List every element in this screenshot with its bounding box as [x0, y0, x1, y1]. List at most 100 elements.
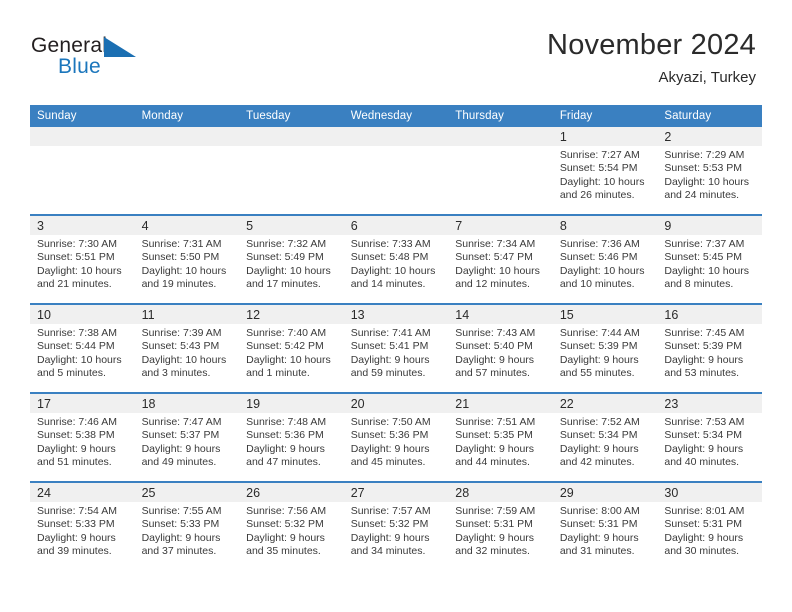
daylight-text: Daylight: 10 hours and 5 minutes. — [37, 353, 122, 379]
day-number-strip: 16 — [657, 305, 762, 324]
sunset-text: Sunset: 5:33 PM — [37, 518, 115, 531]
sunrise-text: Sunrise: 7:59 AM — [455, 505, 536, 517]
day-cell-empty — [30, 127, 135, 214]
sunrise-text: Sunrise: 7:31 AM — [141, 238, 222, 250]
sunset-text: Sunset: 5:54 PM — [559, 162, 638, 175]
sunrise-text: Sunrise: 7:50 AM — [350, 416, 431, 428]
daylight-text: Daylight: 9 hours and 44 minutes. — [455, 442, 535, 468]
sunrise-text: Sunrise: 7:54 AM — [37, 505, 117, 517]
day-number-strip: 6 — [343, 216, 449, 235]
day-details: Sunrise: 8:00 AM Sunset: 5:31 PM Daylight:… — [553, 502, 658, 558]
brand-name-blue: Blue — [58, 55, 101, 78]
sunset-text: Sunset: 5:39 PM — [559, 340, 638, 353]
calendar-cell[interactable] — [134, 127, 240, 215]
calendar-cell[interactable] — [30, 127, 135, 215]
calendar-cell[interactable]: 14 Sunrise: 7:43 AM Sunset: 5:40 PM Dayligh… — [448, 303, 553, 393]
sunset-text: Sunset: 5:49 PM — [246, 251, 324, 264]
sunset-text: Sunset: 5:32 PM — [350, 518, 429, 531]
day-cell: 23 Sunrise: 7:53 AM Sunset: 5:34 PM Dayligh… — [657, 394, 762, 481]
day-details: Sunrise: 7:32 AM Sunset: 5:49 PM Daylight:… — [239, 235, 344, 291]
day-number-strip: 11 — [134, 305, 240, 324]
weekday-header-saturday: Saturday — [657, 105, 762, 127]
day-number: 16 — [664, 308, 679, 322]
calendar-cell[interactable]: 5 Sunrise: 7:32 AM Sunset: 5:49 PM Daylight… — [239, 214, 344, 304]
daylight-text: Daylight: 9 hours and 45 minutes. — [350, 442, 430, 468]
day-number-strip: 22 — [552, 394, 658, 413]
calendar-cell[interactable]: 18 Sunrise: 7:47 AM Sunset: 5:37 PM Dayligh… — [134, 392, 240, 482]
calendar-cell[interactable]: 10 Sunrise: 7:38 AM Sunset: 5:44 PM Dayligh… — [30, 303, 135, 393]
calendar-cell[interactable] — [239, 127, 344, 215]
calendar-cell[interactable]: 11 Sunrise: 7:39 AM Sunset: 5:43 PM Dayligh… — [134, 303, 240, 393]
sunset-text: Sunset: 5:31 PM — [664, 518, 743, 531]
day-number-strip: 17 — [30, 394, 135, 413]
calendar-cell[interactable]: 26 Sunrise: 7:56 AM Sunset: 5:32 PM Dayligh… — [239, 481, 344, 570]
day-cell: 21 Sunrise: 7:51 AM Sunset: 5:35 PM Dayligh… — [448, 394, 553, 481]
calendar-cell[interactable]: 25 Sunrise: 7:55 AM Sunset: 5:33 PM Dayligh… — [134, 481, 240, 570]
calendar-cell[interactable]: 19 Sunrise: 7:48 AM Sunset: 5:36 PM Dayligh… — [239, 392, 344, 482]
day-number: 27 — [350, 486, 365, 500]
daylight-text: Daylight: 10 hours and 12 minutes. — [455, 264, 540, 290]
day-number: 13 — [350, 308, 365, 322]
day-details: Sunrise: 7:36 AM Sunset: 5:46 PM Daylight:… — [553, 235, 658, 291]
day-number: 24 — [37, 486, 51, 500]
calendar-cell[interactable]: 6 Sunrise: 7:33 AM Sunset: 5:48 PM Daylight… — [343, 214, 449, 304]
day-number-strip: 2 — [657, 127, 762, 146]
calendar-grid: Sunday Monday Tuesday Wednesday Thursday… — [30, 105, 762, 570]
calendar-cell[interactable]: 23 Sunrise: 7:53 AM Sunset: 5:34 PM Dayligh… — [657, 392, 762, 482]
sunrise-text: Sunrise: 7:33 AM — [350, 238, 431, 250]
calendar-cell[interactable]: 29 Sunrise: 8:00 AM Sunset: 5:31 PM Dayligh… — [552, 481, 658, 570]
day-number: 26 — [246, 486, 261, 500]
calendar-cell[interactable]: 12 Sunrise: 7:40 AM Sunset: 5:42 PM Dayligh… — [239, 303, 344, 393]
day-number: 5 — [246, 219, 254, 233]
day-number-strip: 10 — [30, 305, 135, 324]
calendar-body: 1 Sunrise: 7:27 AM Sunset: 5:54 PM Daylight… — [30, 127, 762, 570]
sunset-text: Sunset: 5:34 PM — [664, 429, 743, 442]
calendar-cell[interactable]: 20 Sunrise: 7:50 AM Sunset: 5:36 PM Dayligh… — [343, 392, 449, 482]
calendar-cell[interactable]: 21 Sunrise: 7:51 AM Sunset: 5:35 PM Dayligh… — [448, 392, 553, 482]
sunset-text: Sunset: 5:31 PM — [455, 518, 533, 531]
day-number: 10 — [37, 308, 51, 322]
calendar-cell[interactable]: 24 Sunrise: 7:54 AM Sunset: 5:33 PM Dayligh… — [30, 481, 135, 570]
day-details: Sunrise: 7:50 AM Sunset: 5:36 PM Daylight:… — [344, 413, 449, 469]
day-number-strip: 26 — [239, 483, 344, 502]
calendar-cell[interactable]: 9 Sunrise: 7:37 AM Sunset: 5:45 PM Daylight… — [657, 214, 762, 304]
daylight-text: Daylight: 10 hours and 21 minutes. — [37, 264, 122, 290]
calendar-cell[interactable]: 28 Sunrise: 7:59 AM Sunset: 5:31 PM Dayligh… — [448, 481, 553, 570]
calendar-cell[interactable]: 17 Sunrise: 7:46 AM Sunset: 5:38 PM Dayligh… — [30, 392, 135, 482]
day-number: 17 — [37, 397, 51, 411]
day-number: 29 — [559, 486, 574, 500]
calendar-cell[interactable] — [343, 127, 449, 215]
calendar-cell[interactable]: 3 Sunrise: 7:30 AM Sunset: 5:51 PM Daylight… — [30, 214, 135, 304]
day-details: Sunrise: 8:01 AM Sunset: 5:31 PM Daylight:… — [657, 502, 762, 558]
day-cell: 24 Sunrise: 7:54 AM Sunset: 5:33 PM Dayligh… — [30, 483, 135, 570]
calendar-cell[interactable]: 15 Sunrise: 7:44 AM Sunset: 5:39 PM Dayligh… — [552, 303, 658, 393]
day-details: Sunrise: 7:27 AM Sunset: 5:54 PM Daylight:… — [553, 146, 658, 202]
calendar-cell[interactable]: 8 Sunrise: 7:36 AM Sunset: 5:46 PM Daylight… — [552, 214, 658, 304]
brand-logo[interactable]: General Blue — [31, 34, 211, 86]
day-number-strip: 9 — [657, 216, 762, 235]
calendar-cell[interactable]: 30 Sunrise: 8:01 AM Sunset: 5:31 PM Dayligh… — [657, 481, 762, 570]
calendar-cell[interactable]: 22 Sunrise: 7:52 AM Sunset: 5:34 PM Dayligh… — [552, 392, 658, 482]
day-number-strip: 8 — [552, 216, 658, 235]
sunset-text: Sunset: 5:50 PM — [141, 251, 220, 264]
calendar-cell[interactable]: 13 Sunrise: 7:41 AM Sunset: 5:41 PM Dayligh… — [343, 303, 449, 393]
sunrise-text: Sunrise: 7:51 AM — [455, 416, 536, 428]
weekday-header-sunday: Sunday — [30, 105, 135, 127]
calendar-cell[interactable]: 16 Sunrise: 7:45 AM Sunset: 5:39 PM Dayligh… — [657, 303, 762, 393]
calendar-cell[interactable]: 27 Sunrise: 7:57 AM Sunset: 5:32 PM Dayligh… — [343, 481, 449, 570]
calendar-cell[interactable]: 4 Sunrise: 7:31 AM Sunset: 5:50 PM Daylight… — [134, 214, 240, 304]
calendar-cell[interactable]: 1 Sunrise: 7:27 AM Sunset: 5:54 PM Daylight… — [552, 127, 658, 215]
day-number: 8 — [559, 219, 567, 233]
day-cell: 30 Sunrise: 8:01 AM Sunset: 5:31 PM Dayligh… — [657, 483, 762, 570]
day-cell: 17 Sunrise: 7:46 AM Sunset: 5:38 PM Dayligh… — [30, 394, 135, 481]
sunrise-text: Sunrise: 7:36 AM — [559, 238, 640, 250]
day-cell: 4 Sunrise: 7:31 AM Sunset: 5:50 PM Daylight… — [134, 216, 240, 303]
calendar-cell[interactable]: 2 Sunrise: 7:29 AM Sunset: 5:53 PM Daylight… — [657, 127, 762, 215]
sunset-text: Sunset: 5:46 PM — [559, 251, 638, 264]
calendar-cell[interactable] — [448, 127, 553, 215]
calendar-cell[interactable]: 7 Sunrise: 7:34 AM Sunset: 5:47 PM Daylight… — [448, 214, 553, 304]
day-number-strip: 3 — [30, 216, 135, 235]
sunset-text: Sunset: 5:39 PM — [664, 340, 743, 353]
day-number-strip: 15 — [552, 305, 658, 324]
weekday-header-row: Sunday Monday Tuesday Wednesday Thursday… — [30, 105, 762, 127]
